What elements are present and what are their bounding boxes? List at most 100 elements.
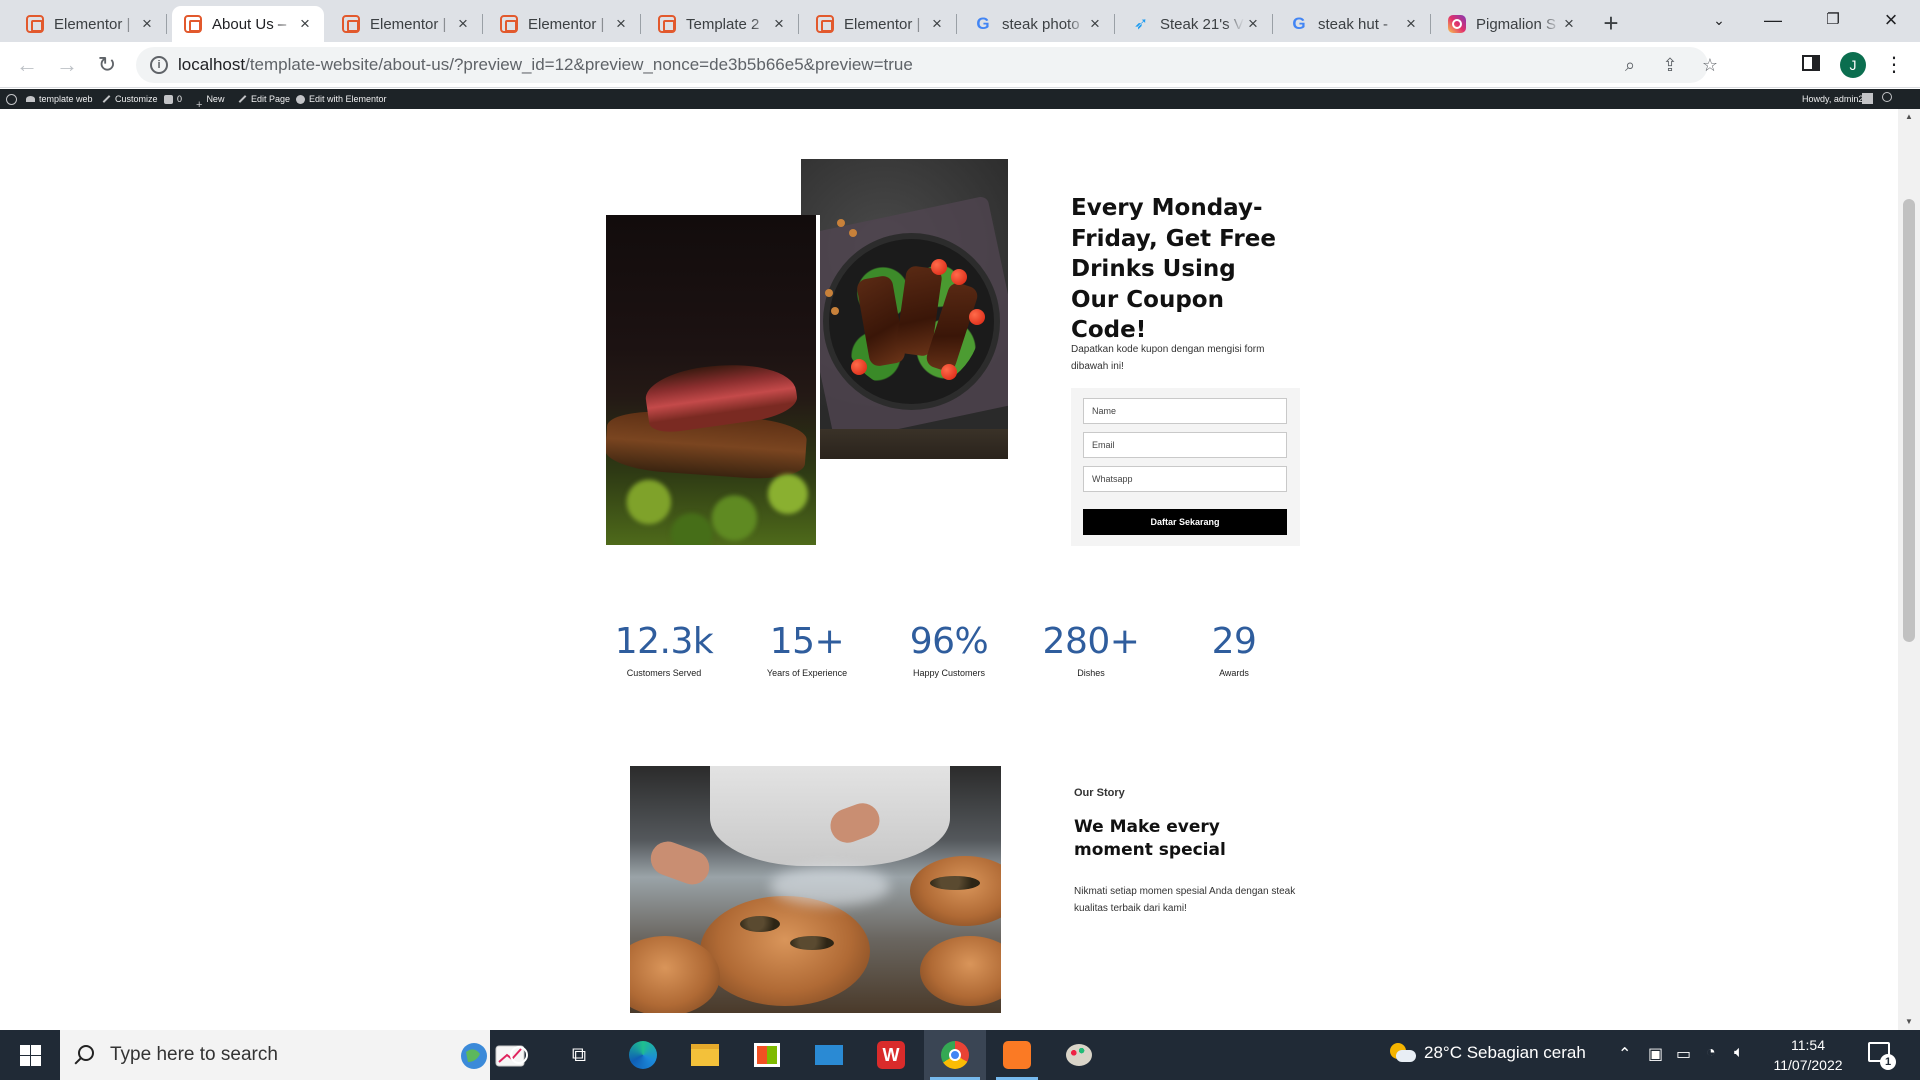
tab-elementor-3[interactable]: Elementor | × bbox=[488, 6, 641, 42]
wordpress-logo-icon[interactable] bbox=[6, 89, 21, 109]
admin-bar-comments[interactable]: 0 bbox=[164, 89, 182, 109]
search-placeholder: Type here to search bbox=[110, 1044, 278, 1065]
info-icon[interactable]: i bbox=[150, 56, 168, 74]
tab-title: steak photo bbox=[1002, 15, 1080, 33]
user-avatar[interactable] bbox=[1862, 93, 1873, 104]
google-icon: G bbox=[976, 14, 990, 33]
name-input[interactable] bbox=[1083, 398, 1287, 424]
elementor-icon bbox=[26, 15, 44, 33]
brush-icon bbox=[102, 95, 111, 103]
elementor-icon bbox=[342, 15, 360, 33]
email-input[interactable] bbox=[1083, 432, 1287, 458]
admin-bar-edit-page[interactable]: Edit Page bbox=[238, 89, 290, 109]
scroll-down-arrow-icon[interactable]: ▼ bbox=[1898, 1014, 1920, 1030]
wps-office-icon[interactable]: W bbox=[874, 1038, 908, 1072]
chrome-icon[interactable] bbox=[938, 1038, 972, 1072]
tab-pigmalion[interactable]: Pigmalion S × bbox=[1436, 6, 1588, 42]
wifi-icon[interactable]: ◔ bbox=[1706, 1044, 1716, 1062]
profile-avatar[interactable]: J bbox=[1840, 52, 1866, 78]
tab-steak-hut[interactable]: G steak hut - × bbox=[1278, 6, 1431, 42]
coupon-form: Daftar Sekarang bbox=[1071, 388, 1300, 546]
browser-menu-icon[interactable]: ⋮ bbox=[1884, 50, 1904, 80]
close-icon[interactable]: × bbox=[296, 15, 314, 33]
admin-bar-site-name[interactable]: template web bbox=[26, 89, 93, 109]
mail-icon[interactable] bbox=[812, 1038, 846, 1072]
close-window-button[interactable]: × bbox=[1868, 4, 1914, 36]
browser-tab-strip: Elementor | × About Us – × Elementor | ×… bbox=[0, 0, 1920, 42]
page-scrollbar[interactable]: ▲ ▼ bbox=[1898, 109, 1920, 1030]
system-clock[interactable]: 11:54 11/07/2022 bbox=[1770, 1035, 1846, 1075]
new-tab-button[interactable]: + bbox=[1596, 8, 1626, 38]
close-icon[interactable]: × bbox=[1560, 15, 1578, 33]
restore-button[interactable]: ❐ bbox=[1810, 4, 1856, 36]
search-icon[interactable] bbox=[1882, 92, 1892, 102]
clock-date: 11/07/2022 bbox=[1773, 1057, 1843, 1073]
bookmark-star-icon[interactable]: ☆ bbox=[1698, 53, 1722, 77]
back-arrow-icon[interactable]: ← bbox=[12, 50, 42, 80]
stat-dishes: 280+ Dishes bbox=[1031, 624, 1151, 679]
search-icon bbox=[78, 1045, 94, 1061]
tab-template-2[interactable]: Template 2 × bbox=[646, 6, 799, 42]
close-icon[interactable]: × bbox=[612, 15, 630, 33]
show-hidden-icons-chevron-icon[interactable]: ⌃ bbox=[1618, 1044, 1631, 1064]
promo-subtext: Dapatkan kode kupon dengan mengisi form … bbox=[1071, 344, 1265, 372]
reload-icon[interactable]: ↻ bbox=[92, 50, 122, 80]
tab-steak-21[interactable]: ➶ Steak 21's V × bbox=[1120, 6, 1273, 42]
windows-start-button[interactable] bbox=[0, 1030, 60, 1080]
admin-bar-new[interactable]: + New bbox=[196, 89, 225, 111]
tab-search-chevron-icon[interactable]: ⌄ bbox=[1696, 4, 1742, 36]
scroll-up-arrow-icon[interactable]: ▲ bbox=[1898, 109, 1920, 125]
volume-icon[interactable]: 🔈︎ bbox=[1734, 1044, 1744, 1062]
tab-about-us[interactable]: About Us – × bbox=[172, 6, 324, 42]
address-bar[interactable]: i localhost/template-website/about-us/?p… bbox=[136, 47, 1718, 83]
bird-icon: ➶ bbox=[1133, 14, 1149, 33]
close-icon[interactable]: × bbox=[1244, 15, 1262, 33]
dashboard-icon bbox=[26, 96, 35, 102]
admin-bar-howdy[interactable]: Howdy, admin2 bbox=[1802, 89, 1863, 109]
paint-icon[interactable] bbox=[1062, 1038, 1096, 1072]
minimize-button[interactable]: — bbox=[1750, 4, 1796, 36]
taskbar-search-box[interactable]: Type here to search bbox=[60, 1030, 525, 1080]
side-panel-icon[interactable] bbox=[1802, 55, 1820, 71]
forward-arrow-icon[interactable]: → bbox=[52, 50, 82, 80]
edge-icon[interactable] bbox=[626, 1038, 660, 1072]
close-icon[interactable]: × bbox=[1402, 15, 1420, 33]
admin-bar-customize[interactable]: Customize bbox=[102, 89, 158, 109]
stat-label: Customers Served bbox=[626, 668, 702, 678]
xampp-icon[interactable] bbox=[1000, 1038, 1034, 1072]
share-icon[interactable]: ⇪ bbox=[1658, 53, 1682, 77]
close-icon[interactable]: × bbox=[1086, 15, 1104, 33]
tab-steak-photo[interactable]: G steak photo × bbox=[962, 6, 1115, 42]
cortana-icon[interactable] bbox=[502, 1038, 536, 1072]
comment-icon bbox=[164, 94, 173, 104]
weather-widget[interactable]: 28°C Sebagian cerah bbox=[1388, 1043, 1586, 1063]
zoom-icon[interactable]: ⌕ bbox=[1618, 53, 1642, 77]
admin-bar-label: Edit with Elementor bbox=[309, 94, 387, 104]
task-view-icon[interactable]: ⧉ bbox=[562, 1038, 596, 1072]
url-text[interactable]: localhost/template-website/about-us/?pre… bbox=[178, 55, 913, 75]
page-viewport: Every Monday-Friday, Get Free Drinks Usi… bbox=[0, 109, 1898, 1030]
microsoft-store-icon[interactable] bbox=[750, 1038, 784, 1072]
file-explorer-icon[interactable] bbox=[688, 1038, 722, 1072]
close-icon[interactable]: × bbox=[454, 15, 472, 33]
close-icon[interactable]: × bbox=[928, 15, 946, 33]
whatsapp-input[interactable] bbox=[1083, 466, 1287, 492]
close-icon[interactable]: × bbox=[138, 15, 156, 33]
chef-plating-photo bbox=[630, 766, 1001, 1013]
close-icon[interactable]: × bbox=[770, 15, 788, 33]
elementor-icon bbox=[184, 15, 202, 33]
admin-bar-edit-elementor[interactable]: Edit with Elementor bbox=[296, 89, 387, 109]
stat-label: Awards bbox=[1219, 668, 1249, 678]
admin-bar-label: Edit Page bbox=[251, 94, 291, 104]
battery-icon[interactable]: ▭ bbox=[1676, 1044, 1691, 1064]
tab-elementor-4[interactable]: Elementor | × bbox=[804, 6, 957, 42]
stat-value: 12.3k bbox=[614, 621, 714, 662]
scrollbar-thumb[interactable] bbox=[1903, 199, 1915, 642]
daftar-sekarang-button[interactable]: Daftar Sekarang bbox=[1083, 509, 1287, 535]
meet-now-icon[interactable]: ▣ bbox=[1648, 1044, 1663, 1064]
admin-bar-label: template web bbox=[39, 94, 93, 104]
admin-bar-label: New bbox=[206, 94, 225, 104]
tab-elementor-2[interactable]: Elementor | × bbox=[330, 6, 483, 42]
wp-admin-bar: template web Customize 0 + New Edit Page … bbox=[0, 89, 1920, 111]
tab-elementor-1[interactable]: Elementor | × bbox=[14, 6, 167, 42]
